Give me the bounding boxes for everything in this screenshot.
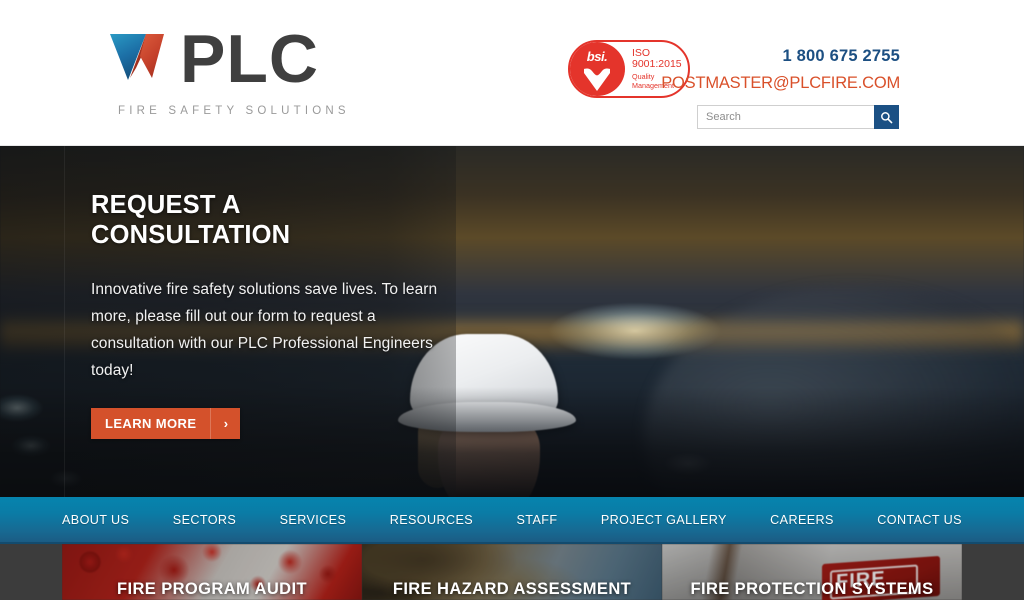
site-header: PLC FIRE SAFETY SOLUTIONS bsi. ISO 9001:… (0, 0, 1024, 146)
nav-item-services[interactable]: SERVICES (280, 513, 347, 527)
learn-more-button[interactable]: LEARN MORE › (91, 408, 241, 439)
header-email[interactable]: POSTMASTER@PLCFIRE.COM (661, 74, 900, 93)
hero-panel-edge (64, 146, 65, 497)
iso-version: 9001:2015 (632, 58, 682, 71)
search-icon (881, 111, 893, 123)
logo-wordmark: PLC (180, 21, 319, 97)
main-navigation: ABOUT US SECTORS SERVICES RESOURCES STAF… (0, 497, 1024, 544)
chevron-right-icon: › (210, 408, 241, 439)
nav-item-staff[interactable]: STAFF (516, 513, 557, 527)
learn-more-label: LEARN MORE (105, 416, 197, 431)
hero-headline-line1: REQUEST A (91, 191, 241, 219)
bsi-wordmark: bsi. (586, 49, 608, 64)
service-card-fire-protection-systems[interactable]: FIRE FIRE PROTECTION SYSTEMS (662, 544, 962, 600)
hero-headline: REQUEST A CONSULTATION (91, 190, 441, 250)
hero-banner: REQUEST A CONSULTATION Innovative fire s… (0, 146, 1024, 497)
search-bar (697, 105, 899, 129)
bsi-logo-icon: bsi. (570, 42, 625, 96)
bsi-heart-icon (584, 68, 610, 91)
search-input[interactable] (697, 105, 874, 129)
search-submit-button[interactable] (874, 105, 899, 129)
card-title: FIRE PROTECTION SYSTEMS (690, 580, 934, 598)
service-cards-section: FIRE PROGRAM AUDIT FIRE HAZARD ASSESSMEN… (0, 544, 1024, 600)
service-cards-row: FIRE PROGRAM AUDIT FIRE HAZARD ASSESSMEN… (62, 544, 962, 600)
hero-content: REQUEST A CONSULTATION Innovative fire s… (91, 190, 441, 439)
nav-item-contact-us[interactable]: CONTACT US (877, 513, 962, 527)
hero-description: Innovative fire safety solutions save li… (91, 281, 438, 379)
service-card-fire-hazard-assessment[interactable]: FIRE HAZARD ASSESSMENT (362, 544, 662, 600)
header-phone[interactable]: 1 800 675 2755 (783, 47, 901, 66)
card-title: FIRE PROGRAM AUDIT (117, 580, 307, 598)
nav-item-sectors[interactable]: SECTORS (173, 513, 236, 527)
hero-headline-line2: CONSULTATION (91, 221, 291, 249)
logo-row: PLC (106, 21, 319, 97)
service-card-fire-program-audit[interactable]: FIRE PROGRAM AUDIT (62, 544, 362, 600)
nav-item-about-us[interactable]: ABOUT US (62, 513, 129, 527)
nav-item-resources[interactable]: RESOURCES (390, 513, 473, 527)
nav-items: ABOUT US SECTORS SERVICES RESOURCES STAF… (0, 513, 1024, 527)
nav-item-project-gallery[interactable]: PROJECT GALLERY (601, 513, 727, 527)
logo-tagline: FIRE SAFETY SOLUTIONS (118, 105, 350, 117)
plc-logo-mark-icon (106, 26, 176, 96)
nav-item-careers[interactable]: CAREERS (770, 513, 834, 527)
card-title: FIRE HAZARD ASSESSMENT (392, 580, 632, 598)
site-logo[interactable]: PLC FIRE SAFETY SOLUTIONS (106, 21, 350, 117)
